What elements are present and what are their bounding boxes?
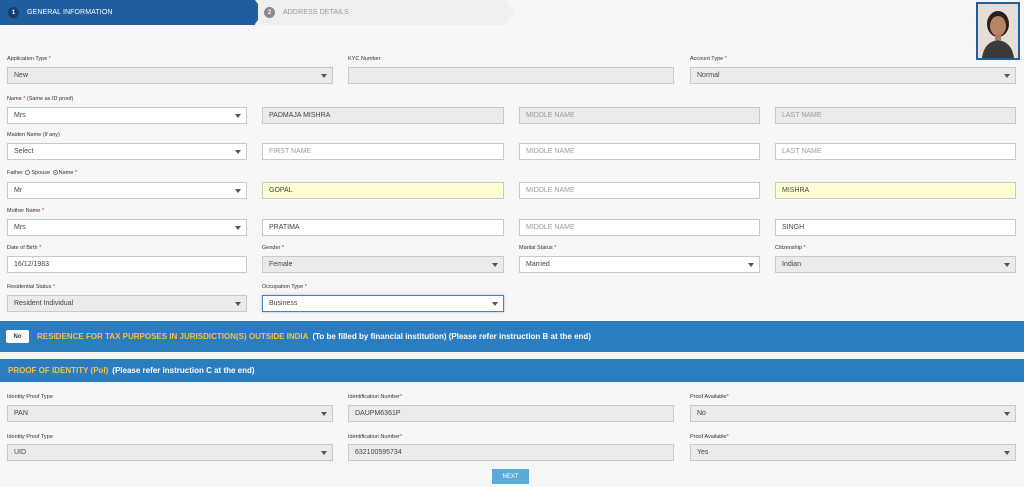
maiden-middle-field[interactable]: MIDDLE NAME [519, 143, 760, 160]
tax-residence-title: RESIDENCE FOR TAX PURPOSES IN JURISDICTI… [37, 332, 309, 341]
maiden-last-field[interactable]: LAST NAME [775, 143, 1016, 160]
spouse-radio[interactable] [52, 170, 58, 176]
proof-available-select[interactable]: Yes [690, 444, 1016, 461]
father-middle-field[interactable]: MIDDLE NAME [519, 182, 760, 199]
residential-status-select[interactable]: Resident Individual [7, 295, 247, 312]
occupation-type-select[interactable]: Business [262, 295, 504, 312]
step-number: 1 [8, 7, 19, 18]
residential-status-label: Residential Status * [7, 284, 56, 290]
mother-first-field[interactable]: PRATIMA [262, 219, 504, 236]
identity-proof-type-select[interactable]: UID [7, 444, 333, 461]
identity-proof-type-select[interactable]: PAN [7, 405, 333, 422]
step-label: ADDRESS DETAILS [283, 9, 349, 16]
identification-number-field[interactable]: DAUPM6361P [348, 405, 674, 422]
step-number: 2 [264, 7, 275, 18]
father-last-field[interactable]: MISHRA [775, 182, 1016, 199]
father-spouse-label: Father Spouse Name * [7, 170, 77, 176]
name-last-field[interactable]: LAST NAME [775, 107, 1016, 124]
chevron-down-icon [492, 263, 498, 267]
chevron-down-icon [1004, 263, 1010, 267]
name-prefix-select[interactable]: Mrs [7, 107, 247, 124]
chevron-down-icon [492, 302, 498, 306]
application-type-label: Application Type * [7, 56, 51, 62]
chevron-down-icon [321, 412, 327, 416]
chevron-down-icon [235, 189, 241, 193]
mother-prefix-select[interactable]: Mrs [7, 219, 247, 236]
chevron-down-icon [235, 150, 241, 154]
father-prefix-select[interactable]: Mr [7, 182, 247, 199]
gender-select[interactable]: Female [262, 256, 504, 273]
chevron-down-icon [235, 114, 241, 118]
chevron-down-icon [1004, 74, 1010, 78]
chevron-down-icon [321, 451, 327, 455]
tax-residence-toggle[interactable]: No [6, 330, 29, 343]
marital-status-label: Marital Status * [519, 245, 557, 251]
father-first-field[interactable]: GOPAL [262, 182, 504, 199]
maiden-first-field[interactable]: FIRST NAME [262, 143, 504, 160]
maiden-name-label: Maiden Name (If any) [7, 132, 60, 138]
citizenship-select[interactable]: Indian [775, 256, 1016, 273]
proof-available-select[interactable]: No [690, 405, 1016, 422]
account-type-label: Account Type * [690, 56, 727, 62]
proof-available-label: Proof Available* [690, 434, 729, 440]
identity-proof-type-label: Identity Proof Type [7, 394, 53, 400]
chevron-down-icon [321, 74, 327, 78]
chevron-down-icon [1004, 412, 1010, 416]
name-middle-field[interactable]: MIDDLE NAME [519, 107, 760, 124]
name-first-field[interactable]: PADMAJA MISHRA [262, 107, 504, 124]
mother-last-field[interactable]: SINGH [775, 219, 1016, 236]
chevron-down-icon [235, 302, 241, 306]
kyc-number-field[interactable] [348, 67, 674, 84]
identification-number-label: Identification Number* [348, 434, 403, 440]
name-label: Name * (Same as ID proof) [7, 96, 74, 102]
occupation-type-label: Occupation Type * [262, 284, 307, 290]
chevron-down-icon [1004, 451, 1010, 455]
identification-number-field[interactable]: 632100595734 [348, 444, 674, 461]
maiden-prefix-select[interactable]: Select [7, 143, 247, 160]
dob-label: Date of Birth * [7, 245, 42, 251]
tax-residence-section-bar: No RESIDENCE FOR TAX PURPOSES IN JURISDI… [0, 321, 1024, 352]
father-radio[interactable] [25, 170, 31, 176]
identity-proof-type-label: Identity Proof Type [7, 434, 53, 440]
poi-note: (Please refer instruction C at the end) [112, 366, 255, 375]
identification-number-label: Identification Number* [348, 394, 403, 400]
wizard-step-address-details[interactable]: 2 ADDRESS DETAILS [258, 0, 506, 25]
tax-residence-note: (To be filled by financial institution) … [312, 332, 591, 341]
chevron-down-icon [748, 263, 754, 267]
citizenship-label: Citizenship * [775, 245, 806, 251]
dob-field[interactable]: 16/12/1983 [7, 256, 247, 273]
proof-available-label: Proof Available* [690, 394, 729, 400]
gender-label: Gender * [262, 245, 285, 251]
proof-of-identity-section-bar: PROOF OF IDENTITY (PoI) (Please refer in… [0, 359, 1024, 382]
mother-middle-field[interactable]: MIDDLE NAME [519, 219, 760, 236]
person-photo-icon [978, 4, 1018, 58]
wizard-step-general-information[interactable]: 1 GENERAL INFORMATION [0, 0, 255, 25]
applicant-photo[interactable] [976, 2, 1020, 60]
next-button[interactable]: NEXT [492, 469, 529, 484]
marital-status-select[interactable]: Married [519, 256, 760, 273]
kyc-number-label: KYC Number [348, 56, 381, 62]
step-label: GENERAL INFORMATION [27, 9, 113, 16]
application-type-select[interactable]: New [7, 67, 333, 84]
mother-name-label: Mother Name * [7, 208, 44, 214]
step-arrow [506, 0, 515, 24]
account-type-select[interactable]: Normal [690, 67, 1016, 84]
poi-title: PROOF OF IDENTITY (PoI) [8, 366, 109, 375]
chevron-down-icon [235, 226, 241, 230]
